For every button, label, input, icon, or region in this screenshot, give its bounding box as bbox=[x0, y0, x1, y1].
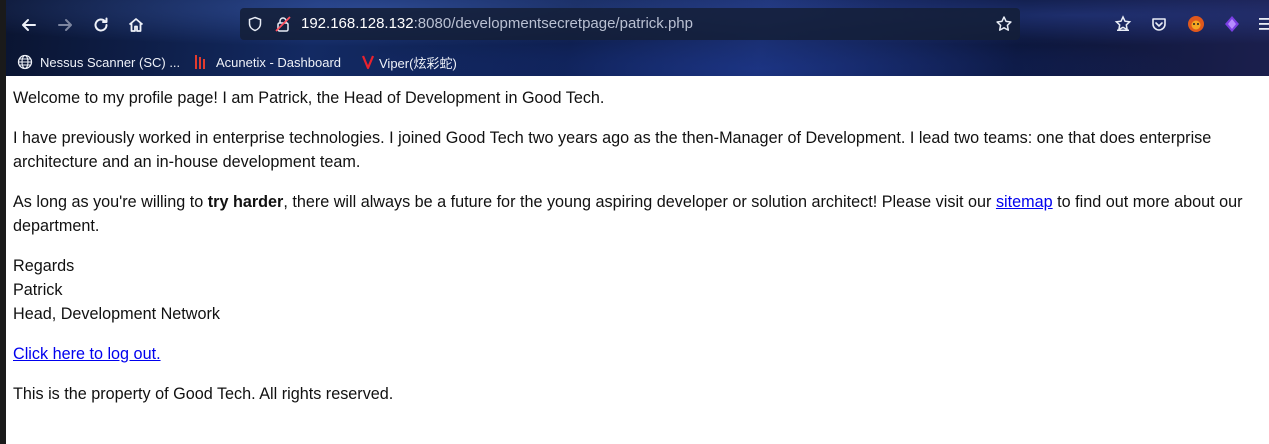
bookmark-star-icon[interactable] bbox=[995, 15, 1013, 33]
signature-title: Head, Development Network bbox=[13, 305, 220, 323]
welcome-paragraph: Welcome to my profile page! I am Patrick… bbox=[13, 89, 605, 107]
bookmark-label: Nessus Scanner (SC) ... bbox=[40, 54, 181, 70]
experience-paragraph: I have previously worked in enterprise t… bbox=[13, 129, 1212, 171]
bookmark-label: Acunetix - Dashboard bbox=[216, 54, 342, 70]
logout-link[interactable]: Click here to log out. bbox=[13, 345, 161, 363]
home-button[interactable] bbox=[123, 12, 149, 38]
account-icon[interactable] bbox=[1114, 15, 1132, 33]
window-edge bbox=[0, 0, 6, 444]
signature-block: Regards Patrick Head, Development Networ… bbox=[13, 254, 220, 326]
url-text[interactable]: 192.168.128.132:8080/developmentsecretpa… bbox=[301, 15, 693, 32]
logout-paragraph: Click here to log out. bbox=[13, 342, 161, 366]
back-button[interactable] bbox=[16, 12, 42, 38]
acunetix-icon bbox=[193, 54, 209, 70]
viper-icon bbox=[362, 54, 374, 70]
arrow-right-icon bbox=[58, 19, 72, 31]
reload-icon bbox=[94, 17, 108, 32]
shield-icon bbox=[248, 16, 262, 32]
url-path: :8080/developmentsecretpage/patrick.php bbox=[413, 15, 693, 32]
address-bar[interactable]: 192.168.128.132:8080/developmentsecretpa… bbox=[240, 8, 1020, 40]
aspire-paragraph: As long as you're willing to try harder,… bbox=[13, 190, 1269, 238]
pocket-icon[interactable] bbox=[1150, 15, 1168, 33]
globe-icon bbox=[17, 54, 33, 70]
bookmark-acunetix[interactable]: Acunetix - Dashboard bbox=[193, 52, 341, 72]
bookmark-nessus[interactable]: Nessus Scanner (SC) ... bbox=[17, 52, 180, 72]
home-icon bbox=[128, 18, 144, 32]
signature-name: Patrick bbox=[13, 281, 63, 299]
extension-fox-icon[interactable] bbox=[1186, 14, 1206, 34]
bookmark-label: Viper(炫彩蛇) bbox=[379, 55, 457, 71]
sitemap-link[interactable]: sitemap bbox=[996, 193, 1053, 211]
menu-icon[interactable] bbox=[1259, 17, 1269, 31]
bookmarks-bar: Nessus Scanner (SC) ... Acunetix - Dashb… bbox=[0, 48, 1269, 76]
browser-toolbar: 192.168.128.132:8080/developmentsecretpa… bbox=[0, 0, 1269, 48]
aspire-text: , there will always be a future for the … bbox=[283, 193, 996, 211]
extension-purple-icon[interactable] bbox=[1222, 14, 1242, 34]
insecure-lock-icon[interactable] bbox=[274, 15, 292, 33]
aspire-text: As long as you're willing to bbox=[13, 193, 208, 211]
signature-regards: Regards bbox=[13, 257, 75, 275]
footer-text: This is the property of Good Tech. All r… bbox=[13, 385, 394, 403]
arrow-left-icon bbox=[22, 19, 36, 31]
try-harder-text: try harder bbox=[207, 193, 284, 211]
reload-button[interactable] bbox=[88, 12, 114, 38]
url-host: 192.168.128.132 bbox=[301, 15, 414, 32]
forward-button[interactable] bbox=[52, 12, 78, 38]
bookmark-viper[interactable]: Viper(炫彩蛇) bbox=[362, 52, 457, 72]
